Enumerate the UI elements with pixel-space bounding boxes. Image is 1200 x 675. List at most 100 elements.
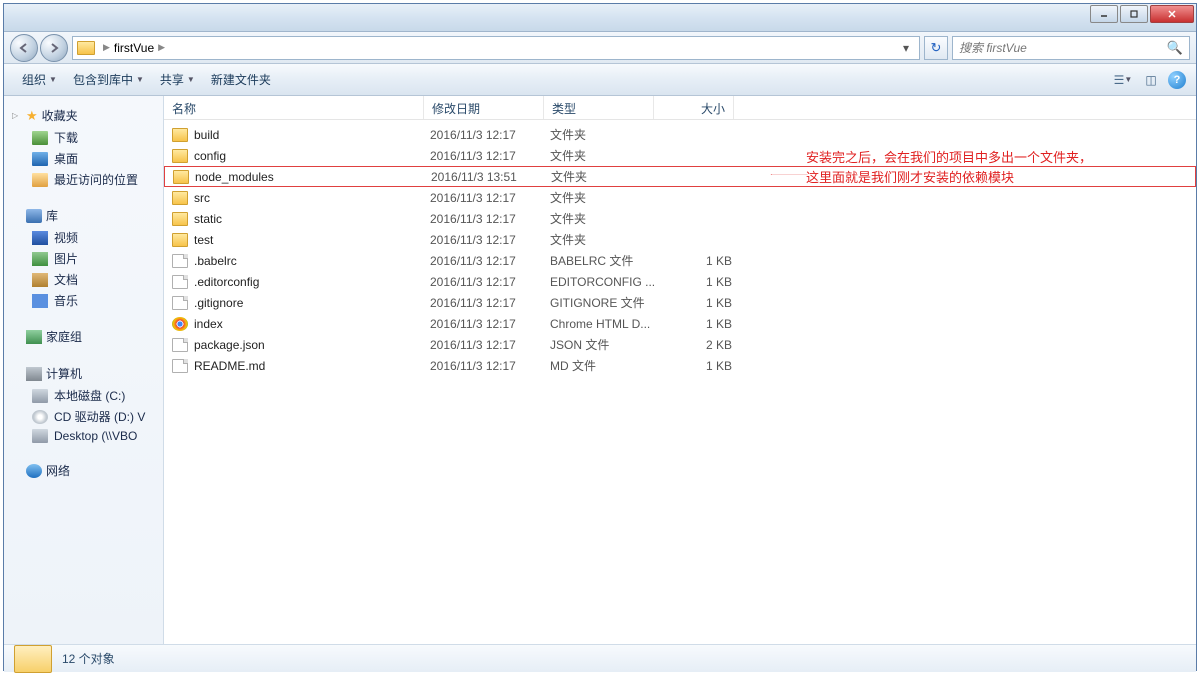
sidebar-item-network-drive[interactable]: Desktop (\\VBO <box>4 427 163 445</box>
file-row[interactable]: package.json2016/11/3 12:17JSON 文件2 KB <box>164 334 1196 355</box>
window-controls <box>1090 5 1194 23</box>
file-date: 2016/11/3 12:17 <box>430 149 550 163</box>
cd-icon <box>32 410 48 424</box>
maximize-button[interactable] <box>1120 5 1148 23</box>
sidebar-item-music[interactable]: 音乐 <box>4 290 163 311</box>
include-label: 包含到库中 <box>73 71 133 88</box>
chrome-icon <box>172 317 188 331</box>
sidebar-computer-header[interactable]: 计算机 <box>4 362 163 385</box>
libraries-label: 库 <box>46 207 58 224</box>
file-row[interactable]: config2016/11/3 12:17文件夹 <box>164 145 1196 166</box>
file-name: test <box>194 233 430 247</box>
file-icon <box>172 338 188 352</box>
folder-icon <box>172 233 188 247</box>
search-box[interactable]: 🔍 <box>952 36 1190 60</box>
breadcrumb-separator-icon[interactable]: ▶ <box>158 42 165 53</box>
sidebar-homegroup-header[interactable]: 家庭组 <box>4 325 163 348</box>
address-dropdown-icon[interactable]: ▾ <box>897 41 915 55</box>
file-name: README.md <box>194 359 430 373</box>
network-drive-icon <box>32 429 48 443</box>
back-button[interactable] <box>10 34 38 62</box>
sidebar-item-video[interactable]: 视频 <box>4 227 163 248</box>
refresh-button[interactable]: ↻ <box>924 36 948 60</box>
explorer-window: ▶ firstVue ▶ ▾ ↻ 🔍 组织 ▼ 包含到库中 ▼ 共享 ▼ 新建文… <box>3 3 1197 671</box>
share-label: 共享 <box>160 71 184 88</box>
column-header-name[interactable]: 名称 <box>164 96 424 119</box>
share-menu[interactable]: 共享 ▼ <box>152 67 203 92</box>
search-input[interactable] <box>959 41 1167 55</box>
file-type: 文件夹 <box>550 189 660 206</box>
organize-menu[interactable]: 组织 ▼ <box>14 67 65 92</box>
titlebar[interactable] <box>4 4 1196 32</box>
breadcrumb-folder[interactable]: firstVue <box>114 41 154 55</box>
file-type: MD 文件 <box>550 357 660 374</box>
file-row[interactable]: node_modules2016/11/3 13:51文件夹 <box>164 166 1196 187</box>
file-row[interactable]: .gitignore2016/11/3 12:17GITIGNORE 文件1 K… <box>164 292 1196 313</box>
file-row[interactable]: build2016/11/3 12:17文件夹 <box>164 124 1196 145</box>
file-row[interactable]: index2016/11/3 12:17Chrome HTML D...1 KB <box>164 313 1196 334</box>
file-row[interactable]: .editorconfig2016/11/3 12:17EDITORCONFIG… <box>164 271 1196 292</box>
desktop-icon <box>32 152 48 166</box>
recent-icon <box>32 173 48 187</box>
homegroup-label: 家庭组 <box>46 328 82 345</box>
column-header-date[interactable]: 修改日期 <box>424 96 544 119</box>
address-bar[interactable]: ▶ firstVue ▶ ▾ <box>72 36 920 60</box>
sidebar-libraries-header[interactable]: 库 <box>4 204 163 227</box>
folder-icon <box>172 212 188 226</box>
view-options-button[interactable]: ☰ ▼ <box>1112 70 1134 90</box>
sidebar-item-d-drive[interactable]: CD 驱动器 (D:) V <box>4 406 163 427</box>
forward-button[interactable] <box>40 34 68 62</box>
file-row[interactable]: README.md2016/11/3 12:17MD 文件1 KB <box>164 355 1196 376</box>
search-icon[interactable]: 🔍 <box>1167 40 1183 56</box>
file-row[interactable]: static2016/11/3 12:17文件夹 <box>164 208 1196 229</box>
file-type: GITIGNORE 文件 <box>550 294 660 311</box>
sidebar-item-label: 文档 <box>54 271 78 288</box>
file-row[interactable]: src2016/11/3 12:17文件夹 <box>164 187 1196 208</box>
file-size: 1 KB <box>660 359 740 373</box>
file-type: 文件夹 <box>550 126 660 143</box>
close-button[interactable] <box>1150 5 1194 23</box>
sidebar-item-recent[interactable]: 最近访问的位置 <box>4 169 163 190</box>
sidebar-item-label: 音乐 <box>54 292 78 309</box>
column-header-size[interactable]: 大小 <box>654 96 734 119</box>
sidebar-item-documents[interactable]: 文档 <box>4 269 163 290</box>
file-size: 1 KB <box>660 296 740 310</box>
include-menu[interactable]: 包含到库中 ▼ <box>65 67 152 92</box>
new-folder-button[interactable]: 新建文件夹 <box>203 67 279 92</box>
toolbar: 组织 ▼ 包含到库中 ▼ 共享 ▼ 新建文件夹 ☰ ▼ ◫ ? <box>4 64 1196 96</box>
sidebar-item-downloads[interactable]: 下载 <box>4 127 163 148</box>
file-name: build <box>194 128 430 142</box>
file-date: 2016/11/3 12:17 <box>430 296 550 310</box>
new-folder-label: 新建文件夹 <box>211 71 271 88</box>
sidebar-item-desktop[interactable]: 桌面 <box>4 148 163 169</box>
breadcrumb-separator-icon[interactable]: ▶ <box>103 42 110 53</box>
file-type: 文件夹 <box>550 231 660 248</box>
file-icon <box>172 359 188 373</box>
file-icon <box>172 296 188 310</box>
file-row[interactable]: test2016/11/3 12:17文件夹 <box>164 229 1196 250</box>
minimize-button[interactable] <box>1090 5 1118 23</box>
file-date: 2016/11/3 12:17 <box>430 128 550 142</box>
file-name: src <box>194 191 430 205</box>
column-header-type[interactable]: 类型 <box>544 96 654 119</box>
sidebar: ▷★收藏夹 下载 桌面 最近访问的位置 库 视频 图片 文档 音乐 家庭组 计算… <box>4 96 164 644</box>
computer-label: 计算机 <box>46 365 82 382</box>
caret-down-icon: ▼ <box>187 75 195 84</box>
main-area: ▷★收藏夹 下载 桌面 最近访问的位置 库 视频 图片 文档 音乐 家庭组 计算… <box>4 96 1196 644</box>
file-type: 文件夹 <box>550 147 660 164</box>
sidebar-network-header[interactable]: 网络 <box>4 459 163 482</box>
file-list-area: 名称 修改日期 类型 大小 build2016/11/3 12:17文件夹con… <box>164 96 1196 644</box>
file-row[interactable]: .babelrc2016/11/3 12:17BABELRC 文件1 KB <box>164 250 1196 271</box>
sidebar-item-pictures[interactable]: 图片 <box>4 248 163 269</box>
homegroup-icon <box>26 330 42 344</box>
folder-icon <box>77 41 95 55</box>
sidebar-item-c-drive[interactable]: 本地磁盘 (C:) <box>4 385 163 406</box>
help-button[interactable]: ? <box>1168 71 1186 89</box>
file-date: 2016/11/3 12:17 <box>430 191 550 205</box>
library-icon <box>26 209 42 223</box>
statusbar-count: 12 个对象 <box>62 650 115 667</box>
file-type: Chrome HTML D... <box>550 317 660 331</box>
network-icon <box>26 464 42 478</box>
sidebar-favorites-header[interactable]: ▷★收藏夹 <box>4 104 163 127</box>
preview-pane-button[interactable]: ◫ <box>1140 70 1162 90</box>
